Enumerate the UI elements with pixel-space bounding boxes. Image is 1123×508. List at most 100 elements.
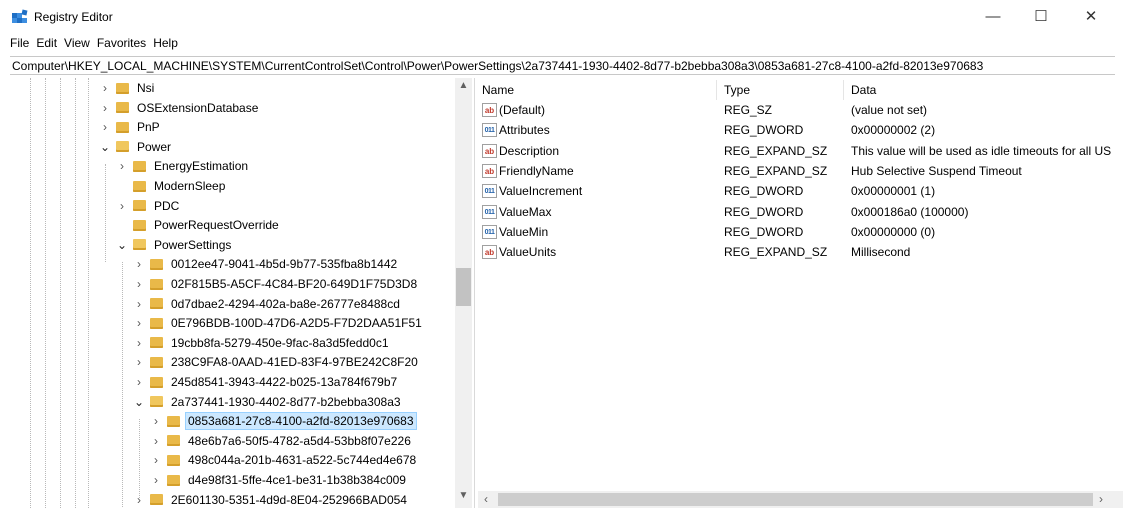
values-list: Name Type Data ab (Default) REG_SZ (value n… [478,78,1123,508]
chevron-right-icon[interactable]: › [149,453,163,467]
chevron-right-icon[interactable]: › [132,297,146,311]
tree-item[interactable]: › 498c044a-201b-4631-a522-5c744ed4e678 [149,450,418,470]
string-value-icon: ab [482,143,497,158]
tree-guide-line [30,78,31,508]
scroll-thumb[interactable] [456,268,471,306]
string-value-icon: ab [482,163,497,178]
menu-view[interactable]: View [64,36,90,52]
tree-item[interactable]: › 0012ee47-9041-4b5d-9b77-535fba8b1442 [132,254,399,274]
tree-item-label: PowerRequestOverride [154,218,279,233]
menu-edit[interactable]: Edit [36,36,57,52]
scroll-right-icon[interactable]: › [1099,492,1103,506]
tree-item[interactable]: › 245d8541-3943-4422-b025-13a784f679b7 [132,372,399,392]
chevron-right-icon[interactable]: › [115,199,129,213]
folder-icon [116,121,129,133]
maximize-button[interactable]: ☐ [1018,2,1064,30]
tree-item-label: 02F815B5-A5CF-4C84-BF20-649D1F75D3D8 [171,277,418,291]
column-header-name[interactable]: Name [482,83,514,97]
folder-icon [116,141,129,153]
tree-guide-line [60,78,61,508]
value-data: This value will be used as idle timeouts… [851,143,1112,158]
chevron-right-icon[interactable]: › [98,120,112,134]
value-row[interactable]: 011 ValueMax REG_DWORD 0x000186a0 (100000) [478,202,1123,222]
value-name-cell: ab (Default) [482,103,545,117]
tree-item-label: 0d7dbae2-4294-402a-ba8e-26777e8488cd [171,296,400,311]
value-row[interactable]: ab ValueUnits REG_EXPAND_SZ Millisecond [478,242,1123,262]
minimize-button[interactable]: — [970,2,1016,30]
menu-file[interactable]: File [10,36,29,52]
value-type: REG_DWORD [724,184,804,199]
tree-guide-line [45,78,46,508]
tree-item[interactable]: › EnergyEstimation [115,156,250,176]
tree-item[interactable]: ModernSleep [115,176,227,196]
tree-item[interactable]: › PnP [98,117,162,137]
tree-item-label: PDC [154,198,180,213]
value-name: (Default) [499,103,546,117]
tree-item[interactable]: › Nsi [98,78,156,98]
tree-item[interactable]: PowerRequestOverride [115,215,281,235]
chevron-right-icon[interactable]: › [98,81,112,95]
chevron-down-icon[interactable]: ⌄ [115,238,129,252]
value-type: REG_EXPAND_SZ [724,245,828,260]
chevron-right-icon[interactable]: › [132,277,146,291]
tree-item[interactable]: › OSExtensionDatabase [98,98,260,118]
chevron-right-icon[interactable]: › [132,375,146,389]
tree-item[interactable]: › 238C9FA8-0AAD-41ED-83F4-97BE242C8F20 [132,352,420,372]
chevron-right-icon[interactable]: › [149,414,163,428]
menu-help[interactable]: Help [153,36,178,52]
key-tree: › Nsi › OSExtensionDatabase › PnP ⌄ Power › Energ… [0,78,472,508]
chevron-down-icon[interactable]: ⌄ [132,395,146,409]
chevron-right-icon[interactable]: › [149,473,163,487]
folder-icon [167,474,180,486]
horizontal-scroll-thumb[interactable] [498,493,1093,506]
list-horizontal-scrollbar[interactable]: ‹ › [478,491,1123,508]
value-type: REG_EXPAND_SZ [724,143,828,158]
menu-bar: File Edit View Favorites Help [10,36,178,52]
folder-icon [167,415,180,427]
chevron-down-icon[interactable]: ⌄ [98,140,112,154]
value-name: FriendlyName [499,163,574,178]
value-row[interactable]: 011 Attributes REG_DWORD 0x00000002 (2) [478,120,1123,140]
value-name-cell: 011 ValueMax [482,204,551,219]
value-name-cell: 011 ValueMin [482,224,548,239]
tree-item[interactable]: › 2E601130-5351-4d9d-8E04-252966BAD054 [132,490,409,508]
chevron-right-icon[interactable]: › [98,101,112,115]
tree-item-label: 0E796BDB-100D-47D6-A2D5-F7D2DAA51F51 [171,316,422,331]
value-data: 0x000186a0 (100000) [851,204,969,219]
tree-item[interactable]: › d4e98f31-5ffe-4ce1-be31-1b38b384c009 [149,470,408,490]
value-row[interactable]: ab Description REG_EXPAND_SZ This value wil… [478,141,1123,161]
folder-icon [150,317,163,329]
value-row[interactable]: ab (Default) REG_SZ (value not set) [478,100,1123,120]
tree-item[interactable]: › PDC [115,196,181,216]
value-row[interactable]: 011 ValueMin REG_DWORD 0x00000000 (0) [478,222,1123,242]
value-row[interactable]: 011 ValueIncrement REG_DWORD 0x00000001 (1) [478,181,1123,201]
close-button[interactable]: ✕ [1068,2,1114,30]
value-name-cell: ab ValueUnits [482,245,556,260]
tree-item[interactable]: ⌄ Power [98,137,173,157]
scroll-down-icon[interactable]: ▼ [455,490,472,501]
tree-item[interactable]: › 0E796BDB-100D-47D6-A2D5-F7D2DAA51F51 [132,313,424,333]
chevron-right-icon[interactable]: › [149,434,163,448]
tree-item[interactable]: ⌄ PowerSettings [115,235,233,255]
tree-item[interactable]: › 48e6b7a6-50f5-4782-a5d4-53bb8f07e226 [149,431,413,451]
tree-item[interactable]: › 0d7dbae2-4294-402a-ba8e-26777e8488cd [132,294,402,314]
chevron-right-icon[interactable]: › [132,355,146,369]
chevron-right-icon[interactable]: › [115,159,129,173]
tree-item-label: 2E601130-5351-4d9d-8E04-252966BAD054 [171,492,407,507]
chevron-right-icon[interactable]: › [132,316,146,330]
address-bar[interactable]: Computer\HKEY_LOCAL_MACHINE\SYSTEM\Curre… [10,56,1115,75]
menu-favorites[interactable]: Favorites [97,36,146,52]
chevron-right-icon[interactable]: › [132,257,146,271]
tree-item[interactable]: › 19cbb8fa-5279-450e-9fac-8a3d5fedd0c1 [132,333,391,353]
column-header-data[interactable]: Data [851,83,876,97]
column-header-type[interactable]: Type [724,83,750,97]
scroll-up-icon[interactable]: ▲ [455,80,472,91]
chevron-right-icon[interactable]: › [132,493,146,507]
chevron-right-icon[interactable]: › [132,336,146,350]
tree-item[interactable]: › 02F815B5-A5CF-4C84-BF20-649D1F75D3D8 [132,274,419,294]
tree-item[interactable]: ⌄ 2a737441-1930-4402-8d77-b2bebba308a3 [132,392,403,412]
value-row[interactable]: ab FriendlyName REG_EXPAND_SZ Hub Selective… [478,161,1123,181]
tree-item[interactable]: › 0853a681-27c8-4100-a2fd-82013e970683 [149,411,417,431]
scroll-left-icon[interactable]: ‹ [484,492,488,506]
tree-vertical-scrollbar[interactable]: ▲ ▼ [455,78,472,508]
